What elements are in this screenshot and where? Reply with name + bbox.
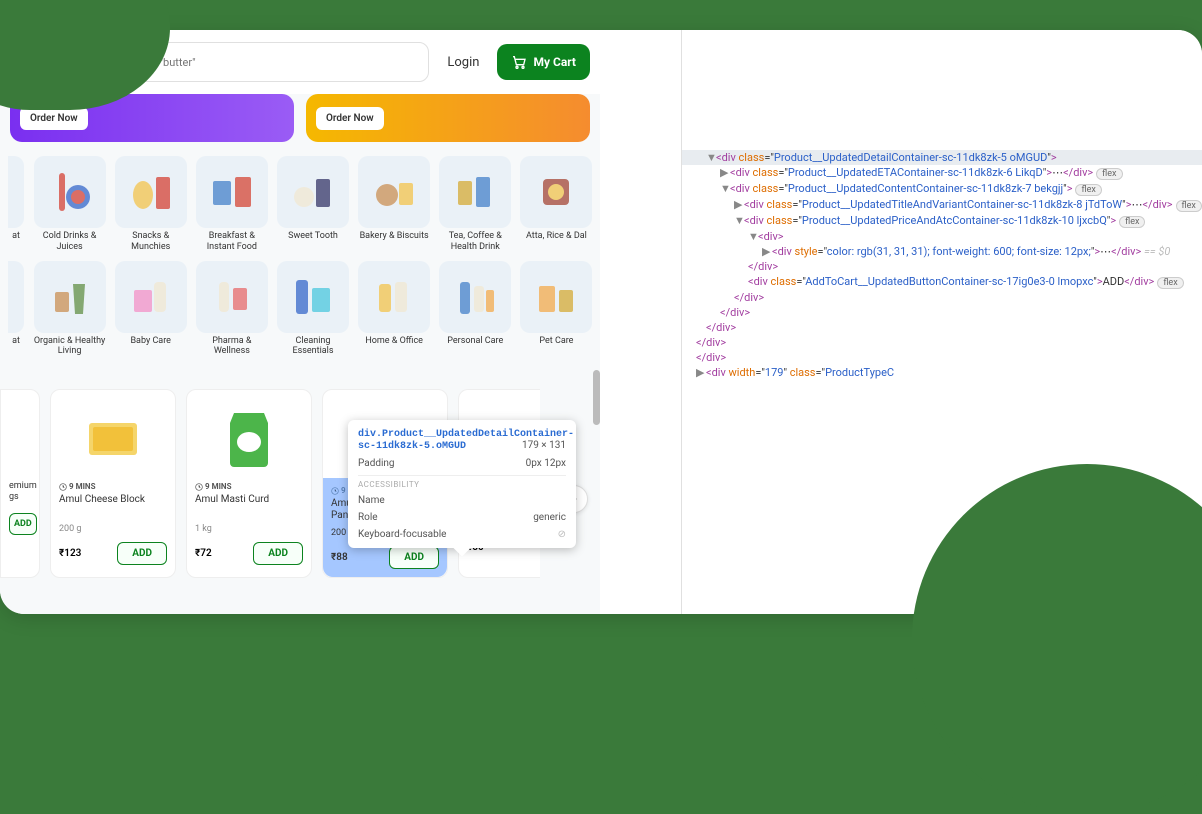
storefront-view: utes ev Nagar, Ah… ▼ Login My Cart Order… [0,30,600,614]
product-title: Amul Masti Curd [195,494,303,518]
category-item[interactable]: Home & Office [357,261,432,358]
category-grid-2: at Organic & Healthy Living Baby Care Ph… [0,257,600,362]
clock-icon [59,483,67,491]
product-weight: 200 g [59,524,167,534]
product-title: Amul Cheese Block [59,494,167,518]
category-item[interactable]: at [6,261,26,358]
category-item[interactable]: Breakfast & Instant Food [194,156,269,253]
category-item[interactable]: Bakery & Biscuits [357,156,432,253]
middle-gap [600,30,682,614]
category-item[interactable]: Snacks & Munchies [113,156,188,253]
product-price: ₹88 [331,552,348,563]
category-grid-1: at Cold Drinks & Juices Snacks & Munchie… [0,152,600,257]
product-price: ₹123 [59,548,81,559]
category-item[interactable]: Baby Care [113,261,188,358]
category-item[interactable]: Atta, Rice & Dal [519,156,594,253]
category-item[interactable]: Cleaning Essentials [275,261,350,358]
eta-badge: 9 MINS [195,482,303,491]
devtools-line[interactable]: ▶<div class="Product__UpdatedETAContaine… [682,165,1202,181]
product-card[interactable]: 9 MINS Amul Cheese Block 200 g ₹123 ADD [50,389,176,578]
cart-button[interactable]: My Cart [497,44,590,80]
devtools-line[interactable]: ▼<div class="Product__UpdatedDetailConta… [682,150,1202,165]
product-image [195,398,303,478]
devtools-line[interactable]: </div> [682,350,1202,365]
category-item[interactable]: Pet Care [519,261,594,358]
category-item[interactable]: Personal Care [438,261,513,358]
devtools-line[interactable]: <div class="AddToCart__UpdatedButtonCont… [682,274,1202,290]
product-weight: 1 kg [195,524,303,534]
add-button[interactable]: ADD [253,542,303,565]
search-input[interactable] [123,56,418,69]
scrollbar-thumb[interactable] [593,370,600,425]
clock-icon [195,483,203,491]
category-item[interactable]: at [6,156,26,253]
product-image [59,398,167,478]
devtools-line[interactable]: </div> [682,320,1202,335]
add-button[interactable]: ADD [9,513,37,535]
product-card[interactable]: 9 MINS Amul Masti Curd 1 kg ₹72 ADD [186,389,312,578]
eta-badge: 9 MINS [59,482,167,491]
tooltip-dimensions: 179 × 131 [522,440,566,451]
clock-icon [331,487,339,495]
category-item[interactable]: Pharma & Wellness [194,261,269,358]
product-price: ₹72 [195,548,212,559]
devtools-line[interactable]: </div> [682,305,1202,320]
add-button[interactable]: ADD [389,546,439,569]
promo-banner-2[interactable]: Order Now [306,94,590,142]
devtools-line[interactable]: </div> [682,335,1202,350]
add-button[interactable]: ADD [117,542,167,565]
category-item[interactable]: Sweet Tooth [275,156,350,253]
cart-icon [511,54,527,70]
devtools-line[interactable]: ▼<div class="Product__UpdatedPriceAndAtc… [682,213,1202,229]
devtools-line[interactable]: </div> [682,290,1202,305]
promo-cta[interactable]: Order Now [316,107,384,130]
login-link[interactable]: Login [437,55,489,70]
category-item[interactable]: Cold Drinks & Juices [32,156,107,253]
product-card[interactable]: emium gs ADD [0,389,40,578]
devtools-line[interactable]: ▼<div class="Product__UpdatedContentCont… [682,181,1202,197]
devtools-line[interactable]: </div> [682,259,1202,274]
devtools-line[interactable]: ▶<div style="color: rgb(31, 31, 31); fon… [682,244,1202,259]
category-item[interactable]: Organic & Healthy Living [32,261,107,358]
devtools-line[interactable]: ▼<div> [682,229,1202,244]
devtools-line[interactable]: ▶<div class="Product__UpdatedTitleAndVar… [682,197,1202,213]
devtools-line[interactable]: ▶<div width="179" class="ProductTypeC [682,365,1202,380]
inspector-tooltip: div.Product__UpdatedDetailContainer-sc-1… [348,420,576,548]
category-item[interactable]: Tea, Coffee & Health Drink [438,156,513,253]
